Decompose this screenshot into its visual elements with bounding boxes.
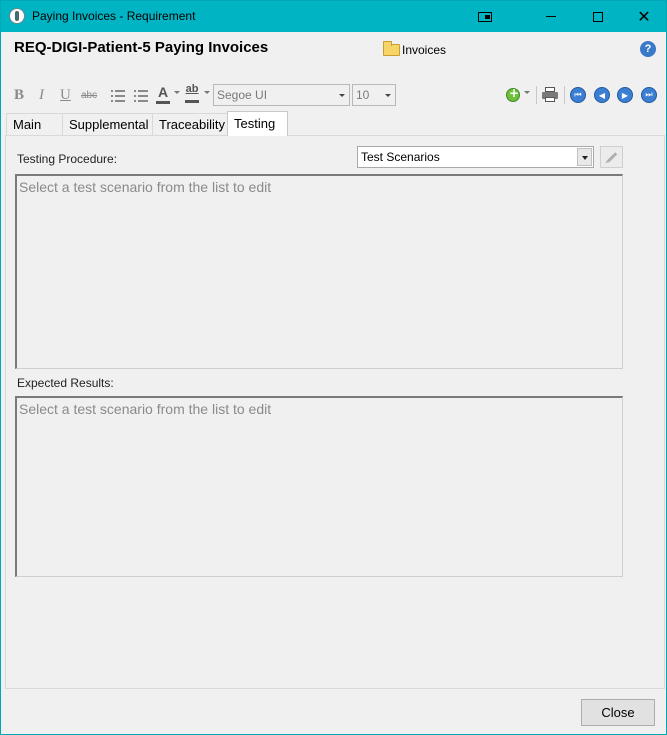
font-color-button[interactable]: A bbox=[156, 84, 170, 104]
font-family-value: Segoe UI bbox=[217, 88, 268, 102]
insert-image-icon[interactable] bbox=[506, 86, 520, 102]
expected-results-editor[interactable]: Select a test scenario from the list to … bbox=[15, 396, 623, 577]
close-icon: ✕ bbox=[637, 7, 651, 26]
italic-button[interactable]: I bbox=[39, 87, 44, 104]
close-window-button[interactable]: ✕ bbox=[621, 1, 667, 32]
snap-icon bbox=[478, 11, 492, 22]
previous-record-icon[interactable]: ◀ bbox=[594, 87, 610, 103]
next-record-icon[interactable]: ▶ bbox=[617, 87, 633, 103]
toolbar-separator bbox=[564, 86, 565, 104]
window-title: Paying Invoices - Requirement bbox=[32, 9, 196, 23]
title-bar: Paying Invoices - Requirement ✕ bbox=[1, 1, 666, 32]
folder-icon bbox=[383, 41, 400, 56]
expected-results-label: Expected Results: bbox=[17, 376, 114, 390]
maximize-button[interactable] bbox=[575, 1, 621, 32]
testing-procedure-editor[interactable]: Select a test scenario from the list to … bbox=[15, 174, 623, 369]
tab-testing[interactable]: Testing bbox=[227, 111, 288, 136]
insert-dropdown-icon[interactable] bbox=[524, 91, 530, 94]
highlight-color-button[interactable]: ab bbox=[185, 83, 199, 103]
minimize-button[interactable] bbox=[528, 1, 574, 32]
folder-link[interactable]: Invoices bbox=[383, 41, 447, 57]
formatting-toolbar: B I U abc A ab Segoe UI 10 + ⏮ ◀ ▶ ⏭ bbox=[1, 83, 666, 109]
bold-button[interactable]: B bbox=[14, 87, 24, 104]
testing-procedure-label: Testing Procedure: bbox=[17, 152, 118, 166]
requirement-window: Paying Invoices - Requirement ✕ REQ-DIGI… bbox=[0, 0, 667, 735]
print-icon[interactable] bbox=[542, 87, 558, 102]
tab-main[interactable]: Main bbox=[6, 113, 63, 135]
font-color-dropdown-icon[interactable] bbox=[174, 91, 180, 94]
edit-scenario-button[interactable] bbox=[600, 146, 623, 168]
last-record-icon[interactable]: ⏭ bbox=[641, 87, 657, 103]
test-scenario-value: Test Scenarios bbox=[361, 150, 440, 164]
maximize-icon bbox=[593, 11, 603, 22]
font-family-select[interactable]: Segoe UI bbox=[213, 84, 350, 106]
font-size-select[interactable]: 10 bbox=[352, 84, 396, 106]
strikethrough-button[interactable]: abc bbox=[81, 90, 97, 101]
bullet-list-icon[interactable] bbox=[111, 88, 125, 102]
font-size-value: 10 bbox=[356, 88, 370, 102]
chevron-down-icon bbox=[339, 94, 345, 97]
first-record-icon[interactable]: ⏮ bbox=[570, 87, 586, 103]
app-icon bbox=[9, 8, 25, 24]
toolbar-separator bbox=[536, 86, 537, 104]
test-scenario-select[interactable]: Test Scenarios bbox=[357, 146, 594, 168]
tab-supplemental[interactable]: Supplemental bbox=[62, 113, 153, 135]
minimize-icon bbox=[546, 16, 556, 17]
help-icon[interactable]: ? bbox=[640, 41, 656, 57]
tab-traceability[interactable]: Traceability bbox=[152, 113, 228, 135]
snap-layout-button[interactable] bbox=[462, 1, 508, 32]
close-button[interactable]: Close bbox=[581, 699, 655, 726]
folder-label: Invoices bbox=[402, 43, 447, 57]
requirement-title: REQ-DIGI-Patient-5 Paying Invoices bbox=[14, 39, 269, 56]
underline-button[interactable]: U bbox=[60, 87, 71, 104]
chevron-down-icon bbox=[385, 94, 391, 97]
highlight-dropdown-icon[interactable] bbox=[204, 91, 210, 94]
pencil-icon bbox=[606, 151, 617, 163]
chevron-down-icon[interactable] bbox=[577, 148, 592, 166]
numbered-list-icon[interactable] bbox=[134, 88, 148, 102]
